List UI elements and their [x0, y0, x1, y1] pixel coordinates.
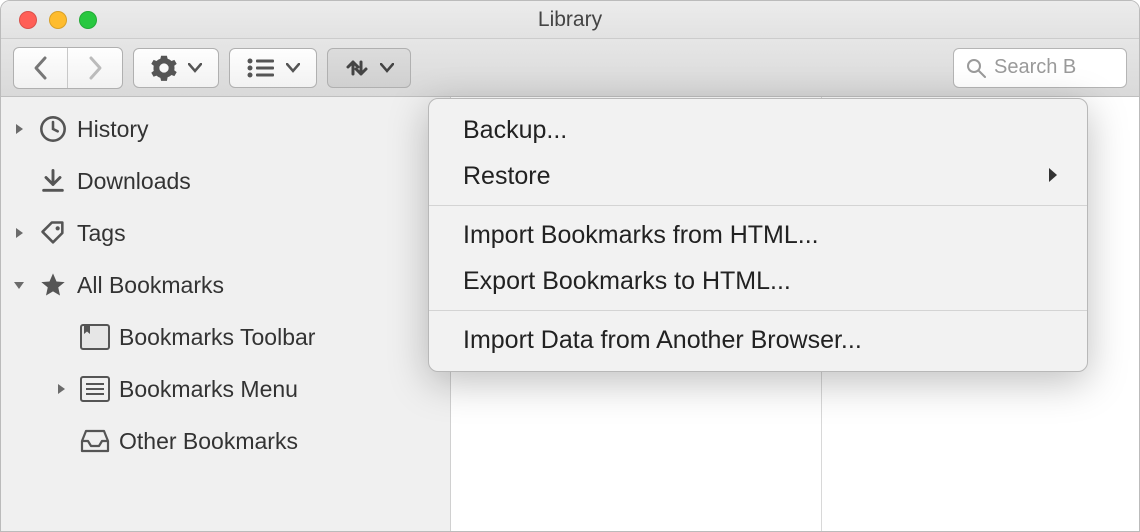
import-export-icon	[344, 55, 370, 81]
menu-item-restore[interactable]: Restore	[429, 153, 1087, 199]
toolbar	[1, 39, 1139, 97]
bookmarks-toolbar-icon	[79, 321, 111, 353]
chevron-right-icon	[86, 54, 104, 82]
sidebar-item-label: Tags	[77, 220, 126, 247]
menu-item-label: Restore	[463, 162, 551, 191]
window-title: Library	[538, 8, 602, 32]
sidebar-item-label: All Bookmarks	[77, 272, 224, 299]
back-button[interactable]	[14, 48, 68, 88]
sidebar-item-bookmarks-toolbar[interactable]: Bookmarks Toolbar	[1, 311, 450, 363]
menu-item-label: Import Bookmarks from HTML...	[463, 221, 819, 250]
disclosure-triangle[interactable]	[9, 277, 29, 293]
inbox-icon	[79, 425, 111, 457]
chevron-down-icon	[188, 63, 202, 73]
chevron-left-icon	[32, 54, 50, 82]
views-button[interactable]	[229, 48, 317, 88]
sidebar-item-all-bookmarks[interactable]: All Bookmarks	[1, 259, 450, 311]
forward-button[interactable]	[68, 48, 122, 88]
bookmarks-menu-icon	[79, 373, 111, 405]
nav-buttons	[13, 47, 123, 89]
close-window-button[interactable]	[19, 11, 37, 29]
traffic-lights	[1, 11, 97, 29]
chevron-down-icon	[380, 63, 394, 73]
menu-item-export-html[interactable]: Export Bookmarks to HTML...	[429, 258, 1087, 304]
sidebar-item-tags[interactable]: Tags	[1, 207, 450, 259]
sidebar-item-label: Bookmarks Toolbar	[119, 324, 315, 351]
disclosure-triangle[interactable]	[9, 225, 29, 241]
menu-item-backup[interactable]: Backup...	[429, 107, 1087, 153]
menu-item-label: Backup...	[463, 116, 567, 145]
import-backup-menu: Backup... Restore Import Bookmarks from …	[428, 98, 1088, 372]
import-backup-button[interactable]	[327, 48, 411, 88]
star-icon	[37, 269, 69, 301]
submenu-arrow-icon	[1047, 162, 1059, 191]
tag-icon	[37, 217, 69, 249]
menu-separator	[429, 310, 1087, 311]
minimize-window-button[interactable]	[49, 11, 67, 29]
sidebar-item-label: Other Bookmarks	[119, 428, 298, 455]
sidebar-item-label: Downloads	[77, 168, 191, 195]
sidebar-item-other-bookmarks[interactable]: Other Bookmarks	[1, 415, 450, 467]
search-icon	[966, 58, 986, 78]
search-box[interactable]	[953, 48, 1127, 88]
titlebar: Library	[1, 1, 1139, 39]
sidebar-item-history[interactable]: History	[1, 103, 450, 155]
sidebar-item-bookmarks-menu[interactable]: Bookmarks Menu	[1, 363, 450, 415]
gear-icon	[150, 54, 178, 82]
disclosure-triangle[interactable]	[51, 381, 71, 397]
menu-item-label: Export Bookmarks to HTML...	[463, 267, 791, 296]
sidebar-item-downloads[interactable]: Downloads	[1, 155, 450, 207]
chevron-down-icon	[286, 63, 300, 73]
sidebar: History Downloads Tags	[1, 97, 451, 531]
clock-icon	[37, 113, 69, 145]
menu-separator	[429, 205, 1087, 206]
download-icon	[37, 165, 69, 197]
disclosure-triangle[interactable]	[9, 121, 29, 137]
menu-item-import-html[interactable]: Import Bookmarks from HTML...	[429, 212, 1087, 258]
menu-item-import-browser[interactable]: Import Data from Another Browser...	[429, 317, 1087, 363]
list-icon	[246, 57, 276, 79]
menu-item-label: Import Data from Another Browser...	[463, 326, 862, 355]
sidebar-item-label: Bookmarks Menu	[119, 376, 298, 403]
sidebar-item-label: History	[77, 116, 149, 143]
organize-button[interactable]	[133, 48, 219, 88]
zoom-window-button[interactable]	[79, 11, 97, 29]
search-input[interactable]	[994, 56, 1114, 79]
